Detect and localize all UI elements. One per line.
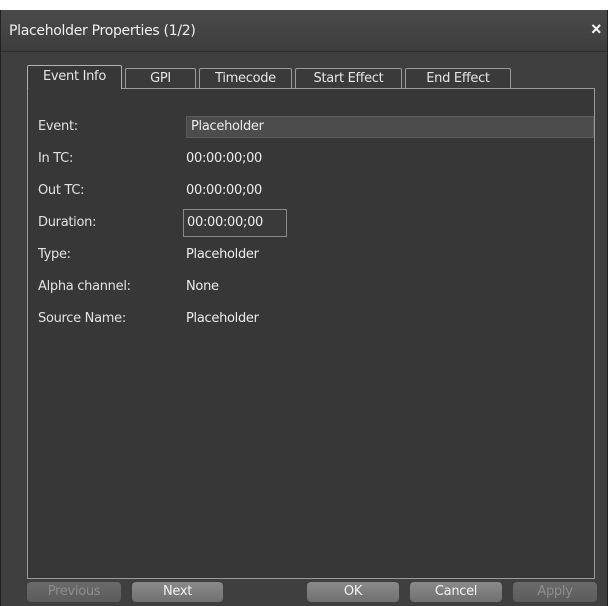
previous-button[interactable]: Previous <box>27 582 121 602</box>
in-tc-label: In TC: <box>38 151 74 166</box>
close-icon[interactable]: × <box>591 18 607 40</box>
event-info-panel: Event: Placeholder In TC: 00:00:00;00 Ou… <box>27 88 595 579</box>
alpha-channel-row: Alpha channel: None <box>28 276 594 298</box>
out-tc-value: 00:00:00;00 <box>186 183 263 198</box>
cancel-button[interactable]: Cancel <box>410 582 502 602</box>
type-label: Type: <box>38 247 71 262</box>
alpha-channel-value: None <box>186 279 219 294</box>
event-name-input[interactable]: Placeholder <box>186 116 594 138</box>
source-name-value: Placeholder <box>186 311 259 326</box>
out-tc-label: Out TC: <box>38 183 85 198</box>
type-value: Placeholder <box>186 247 259 262</box>
in-tc-row: In TC: 00:00:00;00 <box>28 148 594 170</box>
tab-timecode[interactable]: Timecode <box>199 68 292 89</box>
tab-gpi[interactable]: GPI <box>125 68 196 89</box>
alpha-channel-label: Alpha channel: <box>38 279 131 294</box>
next-button[interactable]: Next <box>132 582 223 602</box>
type-row: Type: Placeholder <box>28 244 594 266</box>
out-tc-row: Out TC: 00:00:00;00 <box>28 180 594 202</box>
tab-event-info[interactable]: Event Info <box>27 65 122 89</box>
ok-button[interactable]: OK <box>307 582 399 602</box>
duration-row: Duration: 00:00:00;00 <box>28 209 594 237</box>
window-title: Placeholder Properties (1/2) <box>9 23 196 39</box>
title-bar[interactable]: Placeholder Properties (1/2) × <box>1 10 607 52</box>
in-tc-value: 00:00:00;00 <box>186 151 263 166</box>
source-name-label: Source Name: <box>38 311 126 326</box>
duration-input[interactable]: 00:00:00;00 <box>183 209 287 237</box>
tab-strip: Event Info GPI Timecode Start Effect End… <box>27 65 514 89</box>
tab-start-effect[interactable]: Start Effect <box>295 68 402 89</box>
event-row: Event: Placeholder <box>28 116 594 138</box>
source-name-row: Source Name: Placeholder <box>28 308 594 330</box>
duration-label: Duration: <box>38 215 97 230</box>
placeholder-properties-dialog: Placeholder Properties (1/2) × Event Inf… <box>0 10 608 606</box>
tab-end-effect[interactable]: End Effect <box>405 68 511 89</box>
event-label: Event: <box>38 119 78 134</box>
apply-button[interactable]: Apply <box>513 582 597 602</box>
